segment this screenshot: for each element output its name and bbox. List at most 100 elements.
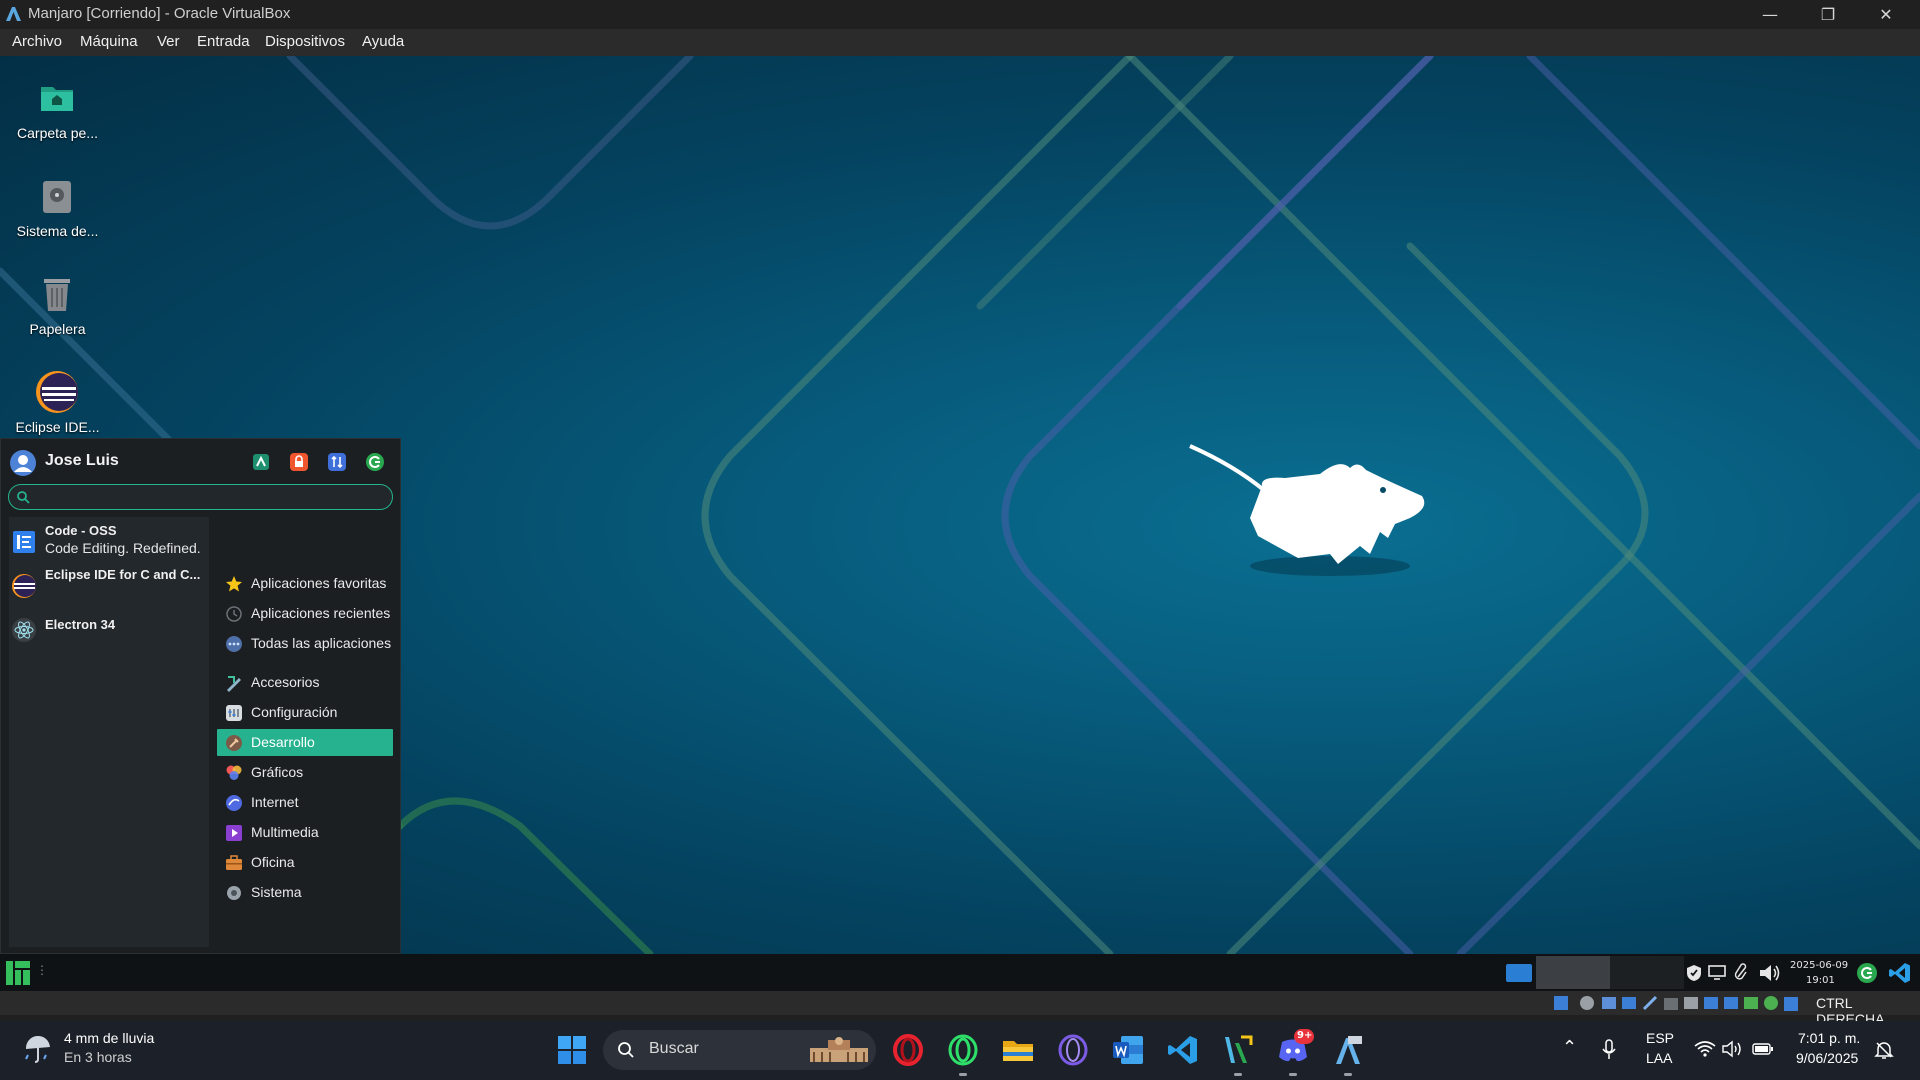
discord-badge-count: 9+ [1297, 1030, 1313, 1041]
xfce-mouse-logo [1189, 444, 1425, 576]
category-configuracion[interactable]: Configuración [217, 699, 393, 726]
taskbar-search[interactable]: Buscar [603, 1030, 876, 1070]
category-label: Todas las aplicaciones [251, 635, 392, 651]
weather-line2[interactable]: En 3 horas [64, 1049, 132, 1065]
filesystem-icon [43, 181, 71, 213]
category-oficina[interactable]: Oficina [217, 849, 393, 876]
panel-clock-date[interactable]: 2025-06-09 [1790, 960, 1848, 971]
search-field[interactable] [8, 484, 393, 510]
battery-icon[interactable] [1752, 1040, 1774, 1058]
tray-overflow-chevron-icon[interactable]: ⌃ [1562, 1037, 1577, 1058]
lock-screen-button[interactable] [288, 451, 310, 473]
category-label: Internet [251, 794, 299, 810]
panel-handle: ⋮ [36, 963, 48, 977]
vbox-titlebar: Manjaro [Corriendo] - Oracle VirtualBox … [0, 0, 1920, 29]
category-label: Sistema [251, 884, 302, 900]
user-avatar-icon[interactable] [9, 449, 37, 477]
settings-manager-button[interactable] [250, 451, 272, 473]
category-multimedia[interactable]: Multimedia [217, 819, 393, 846]
running-indicator [1344, 1073, 1352, 1076]
category-favoritas[interactable]: Aplicaciones favoritas [217, 570, 393, 597]
menu-dispositivos[interactable]: Dispositivos [265, 33, 345, 50]
weather-line1[interactable]: 4 mm de lluvia [64, 1030, 154, 1046]
guest-desktop: Carpeta pe... Sistema de... Papelera Ecl… [0, 56, 1920, 954]
category-todas[interactable]: Todas las aplicaciones [217, 630, 393, 657]
trash-icon [44, 279, 70, 311]
vscode-icon[interactable] [1888, 961, 1912, 985]
category-internet[interactable]: Internet [217, 789, 393, 816]
category-sistema[interactable]: Sistema [217, 879, 393, 906]
workspace-2[interactable] [1610, 956, 1684, 989]
favorite-title: Code - OSS [45, 523, 117, 538]
menu-ver[interactable]: Ver [157, 33, 180, 50]
office-icon [226, 855, 242, 870]
microphone-icon[interactable] [1601, 1039, 1617, 1061]
menu-entrada[interactable]: Entrada [197, 33, 250, 50]
favorite-eclipse[interactable]: Eclipse IDE for C and C... [9, 565, 209, 605]
switch-user-button[interactable] [326, 451, 348, 473]
shield-icon[interactable] [1686, 964, 1702, 982]
guest-panel: ⋮ 2025-06-09 19:01 [0, 954, 1920, 991]
search-input[interactable] [35, 487, 384, 509]
running-indicator [1289, 1073, 1297, 1076]
notification-badge: 9+ [1294, 1029, 1314, 1044]
category-recientes[interactable]: Aplicaciones recientes [217, 600, 393, 627]
category-label: Desarrollo [251, 734, 315, 750]
user-name: Jose Luis [45, 452, 119, 469]
category-label: Multimedia [251, 824, 319, 840]
language-line2[interactable]: LAA [1646, 1050, 1672, 1066]
restore-button[interactable]: ❐ [1799, 0, 1857, 29]
favorites-pane: Code - OSS Code Editing. Redefined. Ecli… [9, 517, 209, 947]
favorite-electron[interactable]: Electron 34 [9, 609, 209, 649]
taskbar-date[interactable]: 9/06/2025 [1796, 1050, 1858, 1066]
close-button[interactable]: ✕ [1857, 0, 1915, 29]
taskbar-time[interactable]: 7:01 p. m. [1798, 1030, 1860, 1046]
virtualbox-manager-icon[interactable] [1221, 1033, 1255, 1067]
panel-clock-time[interactable]: 19:01 [1806, 975, 1835, 986]
system-icon [227, 886, 241, 900]
menu-maquina[interactable]: Máquina [80, 33, 138, 50]
code-oss-icon [13, 531, 35, 553]
opera-icon[interactable] [891, 1033, 925, 1067]
file-explorer-icon[interactable] [1001, 1033, 1035, 1067]
opera-gx-icon[interactable] [946, 1033, 980, 1067]
minimize-button[interactable]: — [1741, 0, 1799, 29]
window-button-icon[interactable] [1506, 963, 1532, 983]
category-graficos[interactable]: Gráficos [217, 759, 393, 786]
rain-cloud-icon[interactable] [22, 1033, 54, 1067]
update-icon[interactable] [1856, 962, 1878, 984]
favorite-title: Eclipse IDE for C and C... [45, 567, 201, 582]
vscode-icon[interactable] [1166, 1033, 1200, 1067]
desktop-icon-label: Eclipse IDE... [15, 419, 100, 435]
search-placeholder: Buscar [649, 1040, 699, 1057]
desktop-icon-label: Papelera [29, 321, 86, 337]
menu-archivo[interactable]: Archivo [12, 33, 62, 50]
virtualbox-vm-icon[interactable] [1331, 1033, 1365, 1067]
electron-icon [12, 618, 36, 642]
favorite-code-oss[interactable]: Code - OSS Code Editing. Redefined. [9, 521, 209, 561]
category-desarrollo[interactable]: Desarrollo [217, 729, 393, 756]
virtualbox-icon [6, 7, 21, 21]
language-line1[interactable]: ESP [1646, 1030, 1674, 1046]
volume-icon[interactable] [1758, 962, 1782, 984]
volume-icon[interactable] [1722, 1040, 1744, 1058]
internet-icon [226, 795, 242, 811]
vbox-menubar: Archivo Máquina Ver Entrada Dispositivos… [0, 29, 1920, 56]
wifi-icon[interactable] [1694, 1040, 1716, 1058]
development-icon [226, 735, 242, 751]
manjaro-menu-button[interactable] [6, 961, 30, 985]
windows-start-icon[interactable] [555, 1033, 589, 1067]
desktop-icon-label: Carpeta pe... [17, 125, 98, 141]
category-label: Accesorios [251, 674, 320, 690]
display-icon[interactable] [1708, 964, 1726, 980]
category-accesorios[interactable]: Accesorios [217, 669, 393, 696]
logout-button[interactable] [364, 451, 386, 473]
menu-ayuda[interactable]: Ayuda [362, 33, 404, 50]
category-label: Oficina [251, 854, 295, 870]
word-icon[interactable] [1111, 1033, 1145, 1067]
dots-icon [226, 636, 242, 652]
notifications-bell-icon[interactable] [1874, 1040, 1894, 1060]
clip-icon[interactable] [1734, 963, 1748, 981]
opera-air-icon[interactable] [1056, 1033, 1090, 1067]
workspace-1[interactable] [1536, 956, 1610, 989]
